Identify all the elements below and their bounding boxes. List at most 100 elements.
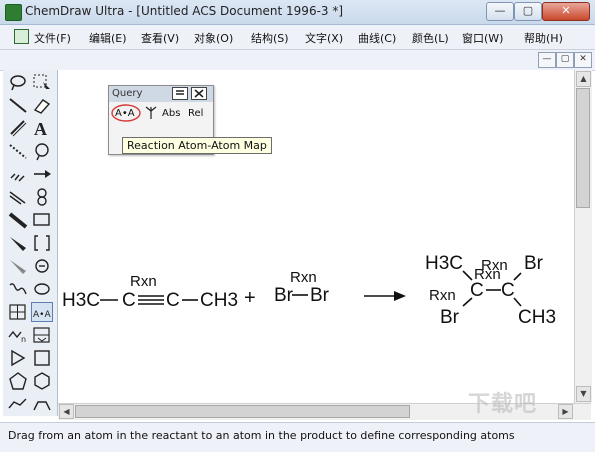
hashed-bond-tool[interactable] [7, 164, 29, 184]
reactant1-c2[interactable]: C [166, 291, 180, 310]
hashed-wedge-tool[interactable] [7, 256, 29, 276]
charge-tool[interactable] [31, 256, 53, 276]
tool-palette: A A•A n [3, 70, 58, 416]
minimize-button[interactable]: — [486, 2, 514, 21]
square-tool[interactable] [31, 348, 53, 368]
menu-curve[interactable]: 曲线(C) [358, 30, 396, 46]
rectangle-icon [33, 213, 50, 226]
orbital-tool[interactable] [31, 187, 53, 207]
reactant2-rxn-label: Rxn [290, 269, 317, 286]
menu-text[interactable]: 文字(X) [305, 30, 343, 46]
bold-bond-tool[interactable] [7, 210, 29, 230]
hexagon-tool[interactable] [31, 371, 53, 391]
minimize-icon: — [494, 4, 506, 17]
arrow-tool[interactable] [31, 164, 53, 184]
table-tool[interactable] [7, 302, 29, 322]
reactant1-h3c[interactable]: H3C [62, 291, 100, 310]
rectangle-tool[interactable] [31, 210, 53, 230]
menu-object[interactable]: 对象(O) [194, 30, 233, 46]
reactant2-br2[interactable]: Br [310, 286, 329, 305]
product-c1[interactable]: C [470, 281, 484, 300]
wavy-bond-icon [9, 283, 27, 295]
multi-bond-tool[interactable] [7, 187, 29, 207]
triangle-icon [11, 349, 26, 367]
scroll-right-button[interactable]: ▶ [558, 404, 573, 419]
reactant2-br1[interactable]: Br [274, 286, 293, 305]
arrow-icon [34, 170, 51, 178]
atom-map-tool[interactable]: A•A [31, 302, 53, 322]
menu-structure[interactable]: 结构(S) [251, 30, 289, 46]
vertical-scrollbar[interactable]: ▲ ▼ [574, 70, 592, 403]
product-c2[interactable]: C [501, 281, 515, 300]
bond-c2-ch3 [513, 297, 522, 307]
table-icon [9, 304, 26, 320]
scroll-right-icon: ▶ [562, 407, 569, 416]
template-icon [33, 327, 50, 343]
menu-help[interactable]: 帮助(H) [524, 30, 563, 46]
hashed-wedge-icon [10, 260, 26, 274]
menu-edit[interactable]: 编辑(E) [89, 30, 127, 46]
bracket-icon [34, 235, 50, 251]
wedge-bond-tool[interactable] [7, 233, 29, 253]
product-rxn-label-3: Rxn [429, 287, 456, 304]
multi-bond-icon [9, 191, 26, 205]
ring-tool[interactable] [31, 141, 53, 161]
wavy-bond-tool[interactable] [7, 279, 29, 299]
bracket-tool[interactable] [31, 233, 53, 253]
menu-file[interactable]: 文件(F) [34, 30, 71, 46]
orbital-icon [37, 188, 47, 206]
window-title: ChemDraw Ultra - [Untitled ACS Document … [25, 4, 344, 18]
bond-icon [9, 98, 27, 113]
menu-view[interactable]: 查看(V) [141, 30, 179, 46]
drawing-canvas[interactable]: Query A•A Abs Rel Reaction Atom-Atom Map [58, 70, 574, 403]
eraser-icon [33, 99, 51, 114]
pentagon-tool[interactable] [7, 371, 29, 391]
scroll-left-button[interactable]: ◀ [59, 404, 74, 419]
svg-text:n: n [21, 335, 26, 344]
doc-minimize-button[interactable]: — [538, 52, 556, 68]
cycloheptane-tool[interactable] [31, 394, 53, 414]
doc-close-button[interactable]: ✕ [574, 52, 592, 68]
chain-n-tool[interactable]: n [7, 325, 29, 345]
menu-window[interactable]: 窗口(W) [462, 30, 503, 46]
scroll-up-button[interactable]: ▲ [576, 71, 591, 87]
text-tool[interactable]: A [31, 118, 53, 138]
atom-map-icon: A•A [33, 310, 51, 320]
pentagon-icon [9, 372, 27, 390]
reactant1-ch3[interactable]: CH3 [200, 291, 238, 310]
marquee-tool[interactable] [31, 72, 53, 92]
select-icon [33, 74, 50, 89]
hexagon-icon [34, 372, 50, 390]
chain-icon [34, 283, 50, 295]
chain-tool[interactable] [31, 279, 53, 299]
close-button[interactable]: ✕ [542, 2, 590, 21]
template-tool[interactable] [31, 325, 53, 345]
product-br-bottom[interactable]: Br [440, 308, 459, 327]
wedge-bond-icon [10, 237, 26, 251]
lasso-icon [10, 75, 26, 91]
title-bar: ChemDraw Ultra - [Untitled ACS Document … [0, 0, 595, 25]
horizontal-scroll-thumb[interactable] [75, 405, 410, 418]
triangle-tool[interactable] [7, 348, 29, 368]
text-icon: A [34, 119, 47, 138]
pen-tool[interactable] [7, 118, 29, 138]
svg-text:A: A [34, 119, 47, 138]
restore-button[interactable]: ▢ [514, 2, 542, 21]
cyclohexane-chair-tool[interactable] [7, 394, 29, 414]
hash-bond-icon [10, 173, 25, 182]
svg-text:A•A: A•A [33, 310, 51, 320]
scroll-down-button[interactable]: ▼ [576, 386, 591, 402]
vertical-scroll-thumb[interactable] [576, 88, 590, 208]
product-h3c[interactable]: H3C [425, 254, 463, 273]
menu-color[interactable]: 颜色(L) [412, 30, 449, 46]
lasso-tool[interactable] [7, 72, 29, 92]
doc-restore-button[interactable]: ▢ [556, 52, 574, 68]
product-ch3-bottom[interactable]: CH3 [518, 308, 556, 327]
eraser-tool[interactable] [31, 95, 53, 115]
product-br-top[interactable]: Br [524, 254, 543, 273]
bold-bond-icon [8, 212, 28, 229]
reaction-arrow-head [394, 291, 406, 301]
bond-tool[interactable] [7, 95, 29, 115]
dashed-bond-tool[interactable] [7, 141, 29, 161]
reactant1-c1[interactable]: C [122, 291, 136, 310]
